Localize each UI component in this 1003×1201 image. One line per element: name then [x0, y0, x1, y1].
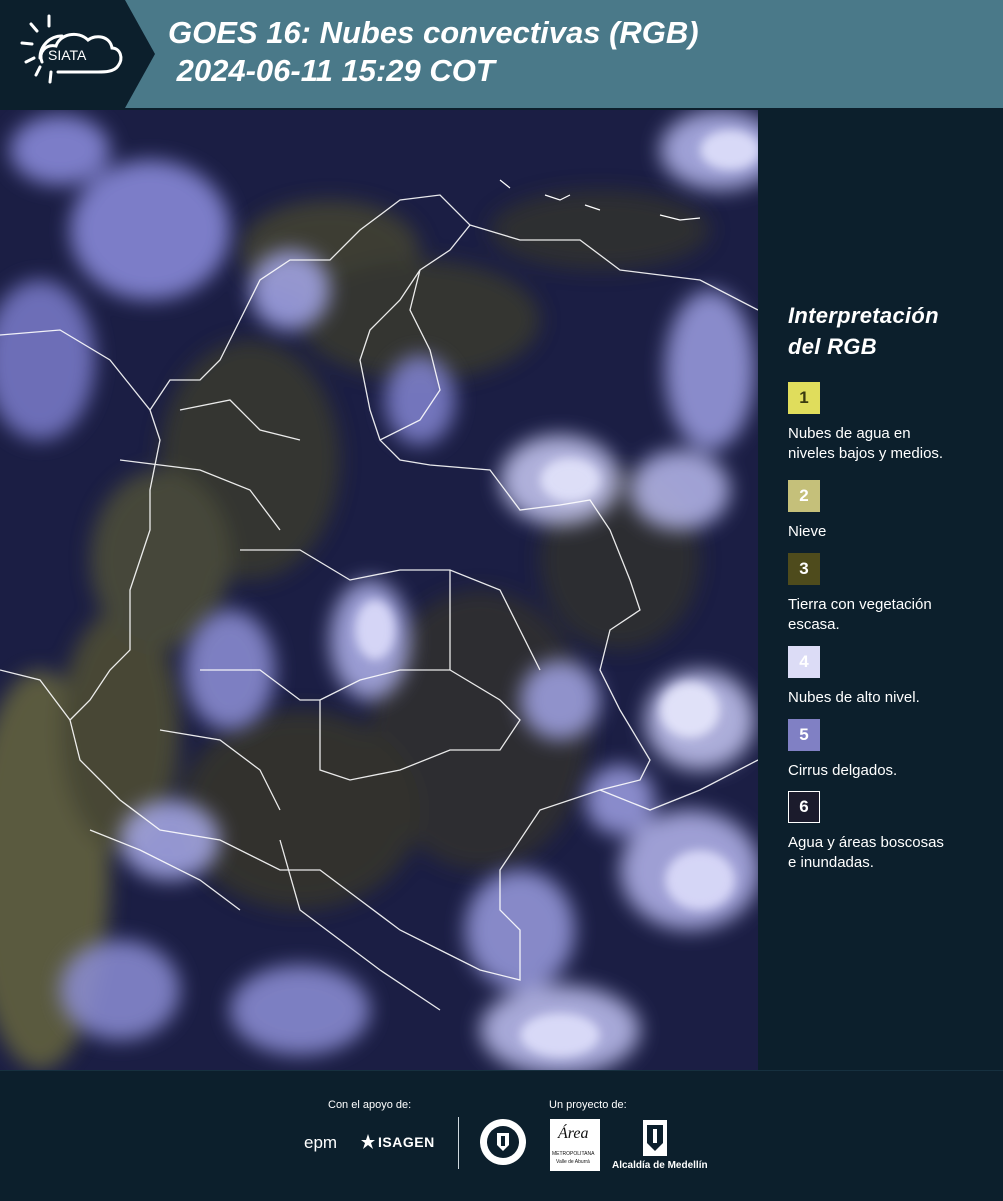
legend-swatch-3: 3 — [788, 553, 820, 585]
legend-swatch-2: 2 — [788, 480, 820, 512]
legend-label-4: Nubes de alto nivel. — [788, 688, 920, 708]
legend-label-6-line-2: e inundadas. — [788, 854, 874, 871]
legend-item-1: 1 Nubes de agua en niveles bajos y medio… — [788, 382, 943, 464]
legend-item-5: 5 Cirrus delgados. — [788, 719, 897, 781]
area-logo-sub2: Valle de Aburrá — [556, 1159, 590, 1165]
medellin-seal — [478, 1117, 528, 1172]
isagen-text: ISAGEN — [378, 1134, 435, 1150]
isagen-icon — [361, 1134, 375, 1149]
legend-label-5: Cirrus delgados. — [788, 761, 897, 781]
legend-label-3: Tierra con vegetación escasa. — [788, 595, 932, 635]
legend-title: Interpretación del RGB — [788, 300, 988, 362]
legend-swatch-6: 6 — [788, 791, 820, 823]
legend-item-6: 6 Agua y áreas boscosas e inundadas. — [788, 791, 944, 873]
legend-item-2: 2 Nieve — [788, 480, 826, 542]
title-line-2: 2024-06-11 15:29 COT — [168, 53, 495, 88]
siata-logo: SIATA — [0, 0, 155, 108]
alcaldia-shield-icon — [643, 1120, 667, 1156]
svg-text:SIATA: SIATA — [48, 47, 87, 63]
area-logo-sub1: METROPOLITANA — [552, 1151, 595, 1157]
title-line-1: GOES 16: Nubes convectivas (RGB) — [168, 15, 699, 50]
legend-panel: Interpretación del RGB 1 Nubes de agua e… — [788, 300, 988, 871]
legend-swatch-4: 4 — [788, 646, 820, 678]
seal-icon — [480, 1119, 526, 1165]
footer-divider — [458, 1117, 459, 1169]
legend-label-4-line-1: Nubes de alto nivel. — [788, 689, 920, 706]
project-caption: Un proyecto de: — [549, 1099, 627, 1111]
legend-label-3-line-1: Tierra con vegetación — [788, 596, 932, 613]
legend-title-line-1: Interpretación — [788, 303, 939, 328]
page-title: GOES 16: Nubes convectivas (RGB) 2024-06… — [168, 14, 699, 90]
legend-swatch-1: 1 — [788, 382, 820, 414]
legend-label-1: Nubes de agua en niveles bajos y medios. — [788, 424, 943, 464]
legend-label-3-line-2: escasa. — [788, 616, 840, 633]
legend-label-6-line-1: Agua y áreas boscosas — [788, 834, 944, 851]
legend-label-2: Nieve — [788, 522, 826, 542]
legend-item-3: 3 Tierra con vegetación escasa. — [788, 553, 932, 635]
area-logo-text: Área — [558, 1125, 589, 1142]
support-caption: Con el apoyo de: — [328, 1099, 412, 1111]
legend-swatch-5: 5 — [788, 719, 820, 751]
legend-label-1-line-1: Nubes de agua en — [788, 425, 911, 442]
epm-logo: epm — [304, 1133, 338, 1152]
area-metropolitana-logo: Área METROPOLITANA Valle de Aburrá — [550, 1119, 600, 1171]
legend-label-1-line-2: niveles bajos y medios. — [788, 445, 944, 462]
satellite-map[interactable] — [0, 110, 758, 1070]
alcaldia-text: Alcaldía de Medellín — [612, 1160, 708, 1171]
footer-sponsors: Con el apoyo de: Un proyecto de: epm ISA… — [0, 1070, 1003, 1201]
legend-label-2-line-1: Nieve — [788, 523, 827, 540]
legend-title-line-2: del RGB — [788, 334, 877, 359]
legend-label-6: Agua y áreas boscosas e inundadas. — [788, 833, 944, 873]
header-bar: SIATA GOES 16: Nubes convectivas (RGB) 2… — [0, 0, 1003, 108]
legend-label-5-line-1: Cirrus delgados. — [788, 762, 898, 779]
legend-item-4: 4 Nubes de alto nivel. — [788, 646, 920, 708]
